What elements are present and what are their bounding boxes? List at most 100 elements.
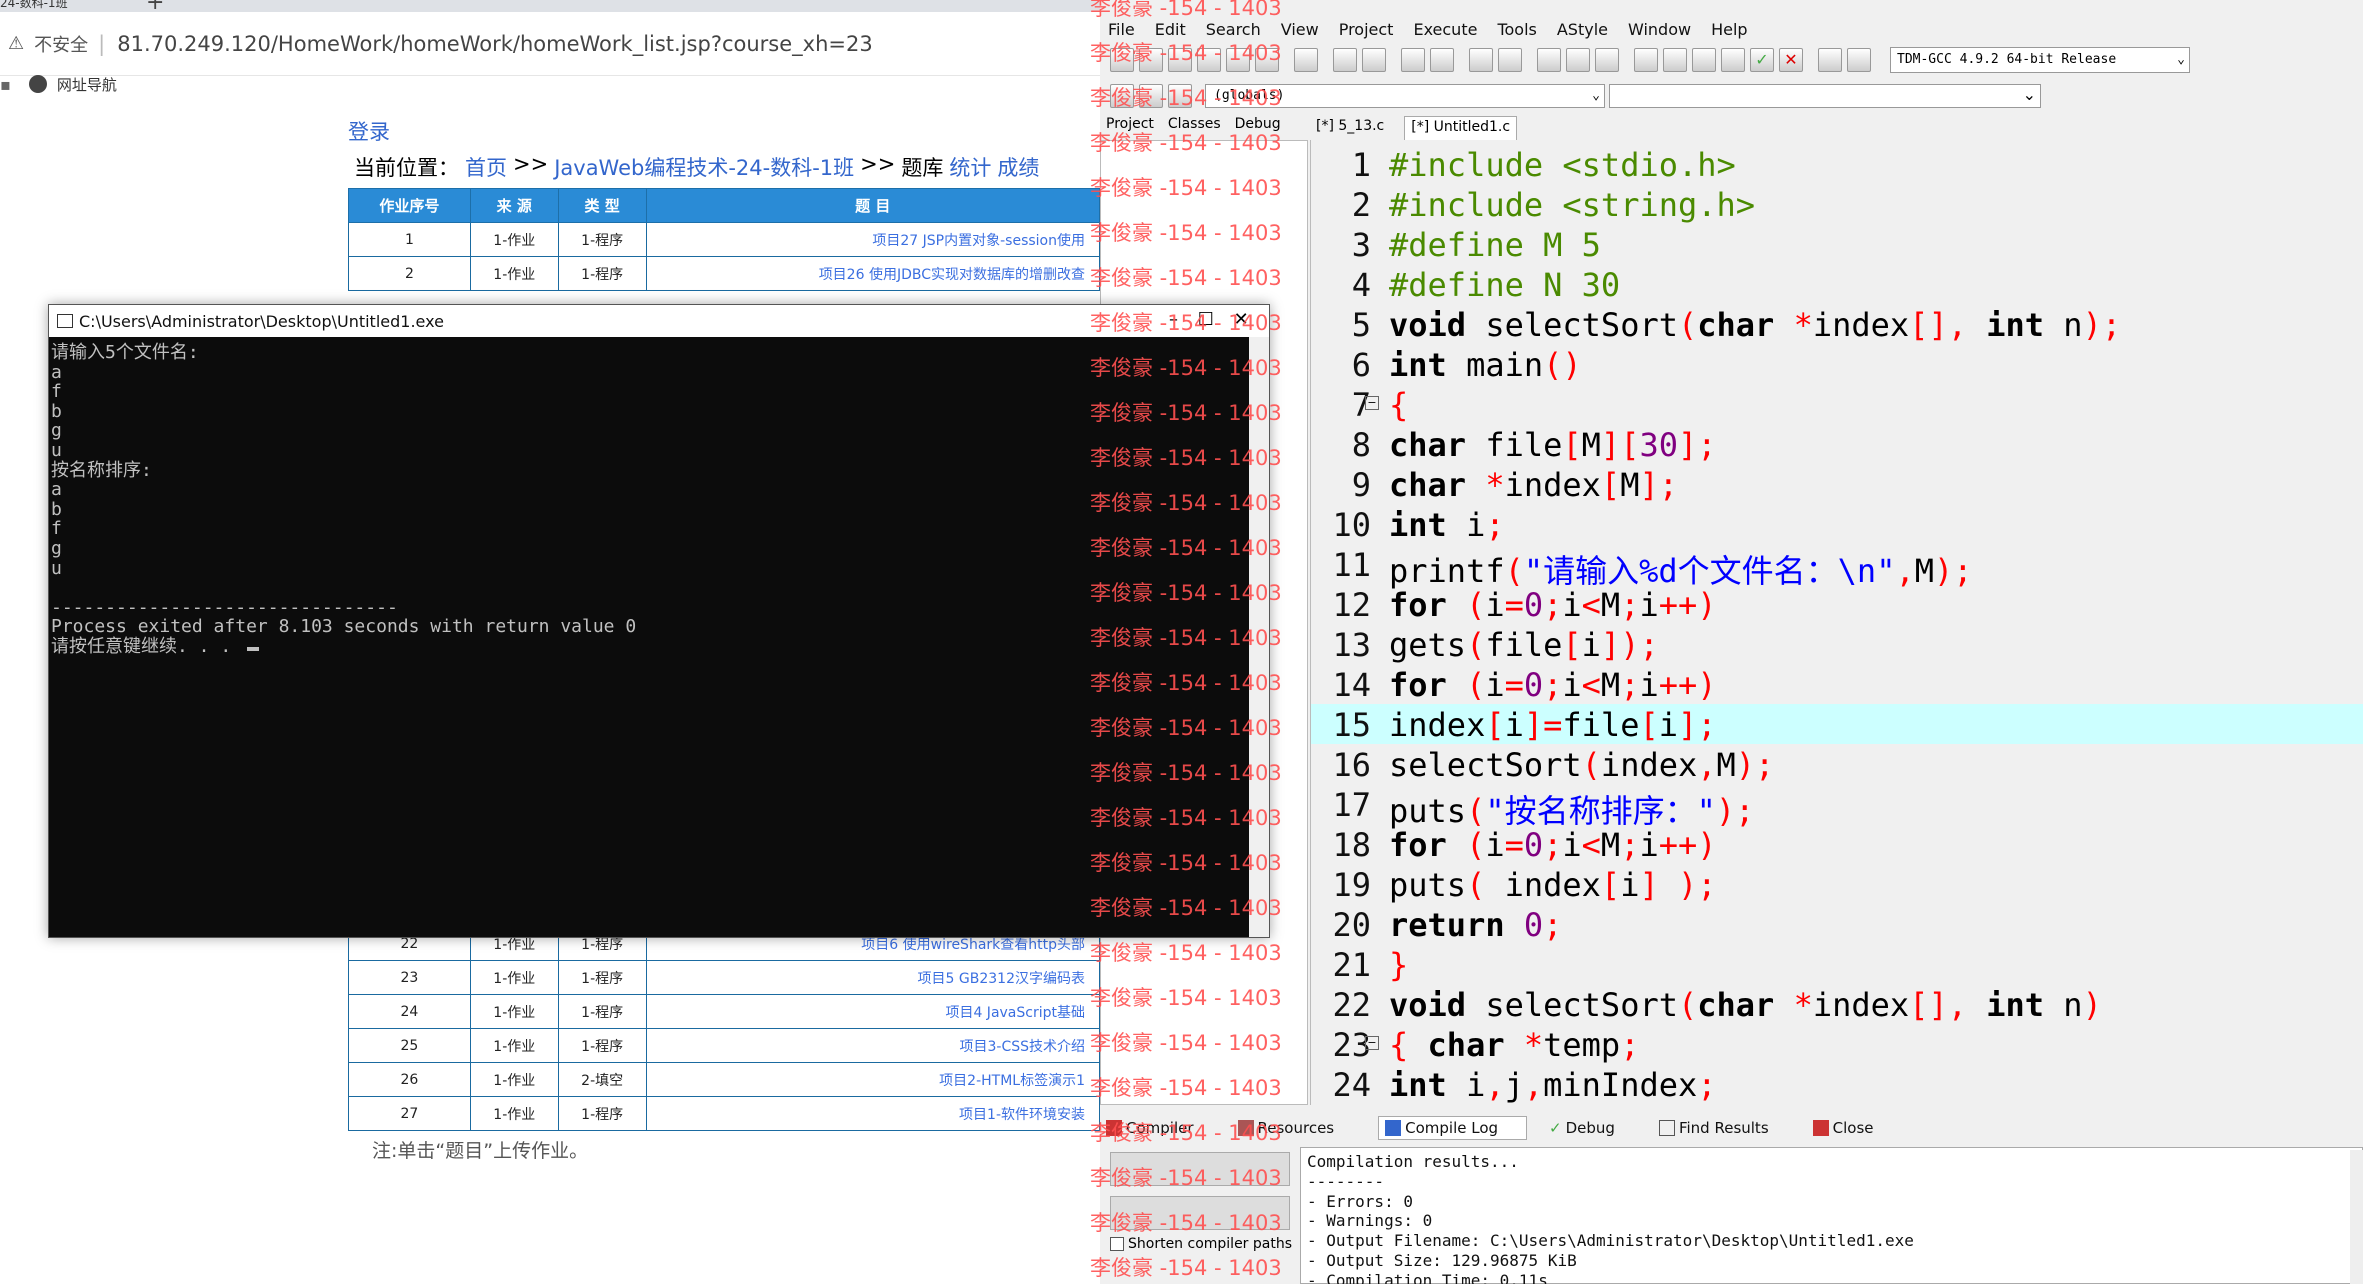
compile-icon[interactable] (1634, 48, 1658, 72)
menu-view[interactable]: View (1281, 20, 1319, 39)
menu-help[interactable]: Help (1711, 20, 1747, 39)
cell-source: 1-作业 (469, 222, 559, 257)
code-editor[interactable]: 1 2 3 4 5 6 7 8 9 10 11 12 13 14 15 16 17 18 19 20 21 22 23 24 … (1310, 140, 2363, 1105)
watermark-text: 李俊豪 -154 - 1403 (1090, 1031, 1282, 1055)
homework-title-link[interactable]: 项目27 JSP内置对象-session使用 (645, 222, 1101, 257)
console-titlebar[interactable]: C:\Users\Administrator\Desktop\Untitled1… (49, 305, 1269, 337)
code-line: int i,j,minIndex; (1389, 1066, 1717, 1104)
check-icon[interactable]: ✓ (1750, 48, 1774, 72)
homework-title-link[interactable]: 项目4 JavaScript基础 (645, 994, 1101, 1029)
redo-icon[interactable] (1362, 48, 1386, 72)
homework-title-link[interactable]: 项目2-HTML标签演示1 (645, 1062, 1101, 1097)
forward-icon[interactable] (1566, 48, 1590, 72)
watermark-text: 李俊豪 -154 - 1403 (1090, 491, 1282, 515)
homework-table-top: 作业序号 来 源 类 型 题 目 1 1-作业 1-程序 项目27 JSP内置对… (348, 188, 1101, 291)
security-label[interactable]: 不安全 (34, 31, 88, 57)
col-header-source: 来 源 (469, 188, 559, 223)
print-icon[interactable] (1294, 48, 1318, 72)
watermark-text: 李俊豪 -154 - 1403 (1090, 626, 1282, 650)
bookmark-icon[interactable] (1595, 48, 1619, 72)
cell-source: 1-作业 (469, 1096, 559, 1131)
fold-toggle-icon[interactable]: − (1365, 396, 1379, 410)
breadcrumb-home-link[interactable]: 首页 (465, 152, 507, 182)
watermark-text: 李俊豪 -154 - 1403 (1090, 851, 1282, 875)
chart-icon[interactable] (1818, 48, 1842, 72)
homework-title-link[interactable]: 项目5 GB2312汉字编码表 (645, 960, 1101, 995)
menu-window[interactable]: Window (1628, 20, 1691, 39)
debug-icon[interactable] (1847, 48, 1871, 72)
menu-project[interactable]: Project (1339, 20, 1394, 39)
menu-file[interactable]: File (1108, 20, 1135, 39)
code-line: for (i=0;i<M;i++) (1389, 826, 1717, 864)
menu-edit[interactable]: Edit (1155, 20, 1186, 39)
run-icon[interactable] (1663, 48, 1687, 72)
fold-toggle-icon[interactable]: − (1365, 1036, 1379, 1050)
menu-bar: File Edit Search View Project Execute To… (1100, 16, 2363, 42)
line-number: 17 (1332, 786, 1371, 824)
breadcrumb-course-link[interactable]: JavaWeb编程技术-24-数科-1班 (554, 152, 854, 182)
tab-untitled1-c[interactable]: [*] Untitled1.c (1404, 116, 1518, 140)
tab-close[interactable]: Close (1812, 1119, 1896, 1137)
line-number: 16 (1332, 746, 1371, 784)
code-line: puts( index[i] ); (1389, 866, 1717, 904)
close-icon (1812, 1120, 1829, 1136)
stats-link[interactable]: 统计 (949, 152, 991, 182)
line-number: 3 (1351, 226, 1371, 264)
member-select[interactable]: ⌄ (1609, 84, 2041, 108)
url-text[interactable]: 81.70.249.120/HomeWork/homeWork/homeWork… (117, 32, 873, 56)
scores-link[interactable]: 成绩 (997, 152, 1039, 182)
breadcrumb-separator: >> (513, 152, 549, 176)
compile-run-icon[interactable] (1692, 48, 1716, 72)
watermark-text: 李俊豪 -154 - 1403 (1090, 1076, 1282, 1100)
watermark-text: 李俊豪 -154 - 1403 (1090, 356, 1282, 380)
cell-no: 27 (348, 1096, 471, 1131)
address-bar[interactable]: ⚠ 不安全 | 81.70.249.120/HomeWork/homeWork/… (0, 12, 1100, 76)
new-tab-icon[interactable]: + (146, 0, 164, 12)
table-row: 26 1-作业 2-填空 项目2-HTML标签演示1 (348, 1062, 1101, 1097)
indent-icon[interactable] (1469, 48, 1493, 72)
login-link[interactable]: 登录 (348, 116, 390, 146)
menu-tools[interactable]: Tools (1497, 20, 1536, 39)
menu-execute[interactable]: Execute (1413, 20, 1477, 39)
tab-5-13-c[interactable]: [*] 5_13.c (1310, 116, 1390, 140)
upload-note: 注:单击“题目”上传作业。 (372, 1140, 589, 1162)
line-number: 13 (1332, 626, 1371, 664)
watermark-text: 李俊豪 -154 - 1403 (1090, 941, 1282, 965)
table-row: 2 1-作业 1-程序 项目26 使用JDBC实现对数据库的增删改查 (348, 256, 1101, 291)
code-line: #include <stdio.h> (1389, 146, 1736, 184)
replace-icon[interactable] (1430, 48, 1454, 72)
menu-astyle[interactable]: AStyle (1557, 20, 1608, 39)
watermark-text: 李俊豪 -154 - 1403 (1090, 311, 1282, 335)
code-line: int i; (1389, 506, 1505, 544)
find-icon[interactable] (1401, 48, 1425, 72)
rebuild-icon[interactable] (1721, 48, 1745, 72)
compiler-select[interactable]: TDM-GCC 4.9.2 64-bit Release ⌄ (1890, 47, 2190, 73)
back-icon[interactable] (1537, 48, 1561, 72)
browser-tab[interactable]: 24-数科-1班 (0, 0, 68, 11)
breadcrumb-separator: >> (860, 152, 896, 176)
checkbox-box[interactable] (1110, 1237, 1124, 1251)
line-number: 2 (1351, 186, 1371, 224)
cell-type: 1-程序 (557, 960, 647, 995)
cursor (247, 647, 259, 651)
tab-compile-log[interactable]: Compile Log (1378, 1116, 1528, 1140)
log-scrollbar[interactable] (2350, 1150, 2363, 1284)
homework-title-link[interactable]: 项目1-软件环境安装 (645, 1096, 1101, 1131)
code-line: char *index[M]; (1389, 466, 1678, 504)
menu-search[interactable]: Search (1206, 20, 1261, 39)
cell-source: 1-作业 (469, 960, 559, 995)
tab-find-results[interactable]: Find Results (1658, 1119, 1791, 1137)
homework-title-link[interactable]: 项目26 使用JDBC实现对数据库的增删改查 (645, 256, 1101, 291)
unindent-icon[interactable] (1498, 48, 1522, 72)
warning-icon[interactable]: ⚠ (8, 33, 24, 54)
table-row: 27 1-作业 1-程序 项目1-软件环境安装 (348, 1096, 1101, 1131)
cell-type: 1-程序 (557, 256, 647, 291)
bookmark-item[interactable]: 网址导航 (57, 74, 117, 95)
watermark-text: 李俊豪 -154 - 1403 (1090, 1166, 1282, 1190)
shorten-paths-checkbox[interactable]: Shorten compiler paths (1110, 1236, 1292, 1252)
stop-icon[interactable]: ✕ (1779, 48, 1803, 72)
console-output[interactable]: 请输入5个文件名: a f b g u 按名称排序: a b f g u ---… (49, 337, 1249, 937)
tab-debug-bottom[interactable]: ✓ Debug (1549, 1119, 1637, 1137)
undo-icon[interactable] (1333, 48, 1357, 72)
homework-title-link[interactable]: 项目3-CSS技术介绍 (645, 1028, 1101, 1063)
